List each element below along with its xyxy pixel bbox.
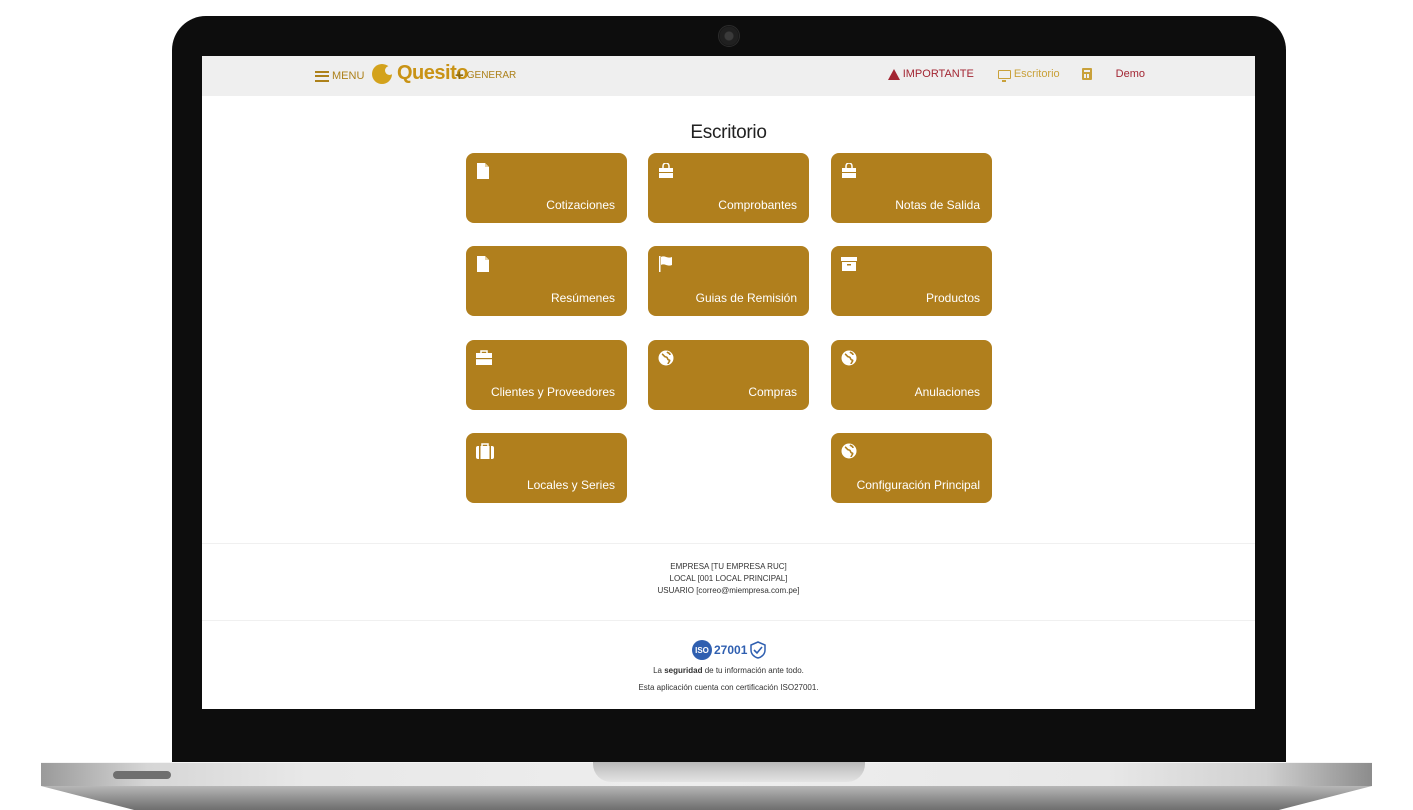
iso-number: 27001 bbox=[714, 643, 748, 657]
brand-logo[interactable]: Quesito bbox=[372, 62, 468, 85]
tile-label: Locales y Series bbox=[526, 478, 615, 492]
laptop-port bbox=[113, 771, 171, 779]
security-prefix: La bbox=[653, 666, 662, 675]
cheese-logo-icon bbox=[372, 63, 394, 84]
tile-label: Notas de Salida bbox=[895, 198, 980, 212]
session-info: EMPRESA [TU EMPRESA RUC] LOCAL [001 LOCA… bbox=[202, 561, 1255, 597]
security-line: La seguridad de tu información ante todo… bbox=[202, 662, 1255, 679]
footer-divider-2 bbox=[202, 620, 1255, 621]
laptop-base-bottom bbox=[41, 786, 1372, 810]
tile-label: Anulaciones bbox=[914, 385, 980, 399]
webcam bbox=[718, 25, 740, 47]
tile-resumenes[interactable]: Resúmenes bbox=[466, 246, 627, 316]
menu-button[interactable]: MENU bbox=[315, 68, 364, 84]
archive-box-icon bbox=[841, 257, 857, 271]
tile-label: Clientes y Proveedores bbox=[490, 385, 615, 399]
local-info: LOCAL [001 LOCAL PRINCIPAL] bbox=[669, 574, 788, 583]
file-icon bbox=[477, 163, 489, 179]
user-info: USUARIO [correo@miempresa.com.pe] bbox=[657, 586, 800, 595]
menu-label: MENU bbox=[332, 70, 365, 82]
tile-label: Productos bbox=[925, 291, 980, 305]
tile-comprobantes[interactable]: Comprobantes bbox=[648, 153, 809, 223]
shopping-bag-icon bbox=[842, 163, 856, 178]
tile-cotizaciones[interactable]: Cotizaciones bbox=[466, 153, 627, 223]
tile-locales-y-series[interactable]: Locales y Series bbox=[466, 433, 627, 503]
tile-anulaciones[interactable]: Anulaciones bbox=[831, 340, 992, 410]
globe-icon bbox=[841, 350, 857, 366]
file-icon bbox=[477, 256, 489, 272]
tile-label: Guias de Remisión bbox=[695, 291, 797, 305]
suitcase-icon bbox=[476, 443, 494, 459]
important-label: IMPORTANTE bbox=[902, 68, 974, 80]
calculator-icon[interactable] bbox=[1081, 68, 1092, 80]
laptop-mockup: MENU Quesito + GENERAR IMPORTANTE Escrit… bbox=[0, 0, 1413, 810]
warning-icon bbox=[887, 68, 900, 80]
tile-compras[interactable]: Compras bbox=[648, 340, 809, 410]
important-link[interactable]: IMPORTANTE bbox=[887, 68, 974, 80]
certification-line: Esta aplicación cuenta con certificación… bbox=[638, 683, 819, 692]
app-screen: MENU Quesito + GENERAR IMPORTANTE Escrit… bbox=[202, 56, 1255, 709]
tile-notas-de-salida[interactable]: Notas de Salida bbox=[831, 153, 992, 223]
globe-icon bbox=[841, 443, 857, 459]
briefcase-icon bbox=[476, 350, 492, 365]
security-text: La seguridad de tu información ante todo… bbox=[202, 662, 1255, 696]
laptop-notch bbox=[593, 762, 865, 782]
hamburger-icon bbox=[315, 70, 329, 82]
page-title: Escritorio bbox=[690, 122, 767, 143]
shopping-bag-icon bbox=[659, 163, 673, 178]
top-navbar: MENU Quesito + GENERAR IMPORTANTE Escrit… bbox=[202, 56, 1255, 96]
security-suffix: de tu información ante todo. bbox=[704, 666, 804, 675]
globe-icon bbox=[658, 350, 674, 366]
tile-guias-de-remision[interactable]: Guias de Remisión bbox=[648, 246, 809, 316]
tile-clientes-y-proveedores[interactable]: Clientes y Proveedores bbox=[466, 340, 627, 410]
iso-certification-badge: ISO 27001 bbox=[692, 640, 767, 660]
generate-button[interactable]: + GENERAR bbox=[455, 68, 516, 83]
flag-icon bbox=[659, 256, 672, 272]
desktop-label: Escritorio bbox=[1013, 68, 1060, 80]
tile-label: Configuración Principal bbox=[856, 478, 980, 492]
footer-divider bbox=[202, 543, 1255, 544]
iso-logo-icon: ISO bbox=[692, 640, 712, 660]
monitor-icon bbox=[997, 69, 1011, 82]
security-bold: seguridad bbox=[664, 666, 703, 675]
right-nav: IMPORTANTE Escritorio Demo bbox=[887, 68, 1145, 82]
company-info: EMPRESA [TU EMPRESA RUC] bbox=[670, 562, 787, 571]
tile-label: Comprobantes bbox=[718, 198, 797, 212]
desktop-link[interactable]: Escritorio bbox=[997, 68, 1060, 82]
generate-label: GENERAR bbox=[466, 70, 517, 81]
tile-label: Compras bbox=[748, 385, 797, 399]
tile-configuracion-principal[interactable]: Configuración Principal bbox=[831, 433, 992, 503]
plus-icon: + bbox=[455, 67, 464, 84]
tile-label: Cotizaciones bbox=[546, 198, 615, 212]
laptop-base bbox=[41, 762, 1372, 810]
tile-label: Resúmenes bbox=[550, 291, 615, 305]
shield-check-icon bbox=[750, 641, 767, 659]
tile-productos[interactable]: Productos bbox=[831, 246, 992, 316]
user-menu[interactable]: Demo bbox=[1116, 68, 1145, 80]
